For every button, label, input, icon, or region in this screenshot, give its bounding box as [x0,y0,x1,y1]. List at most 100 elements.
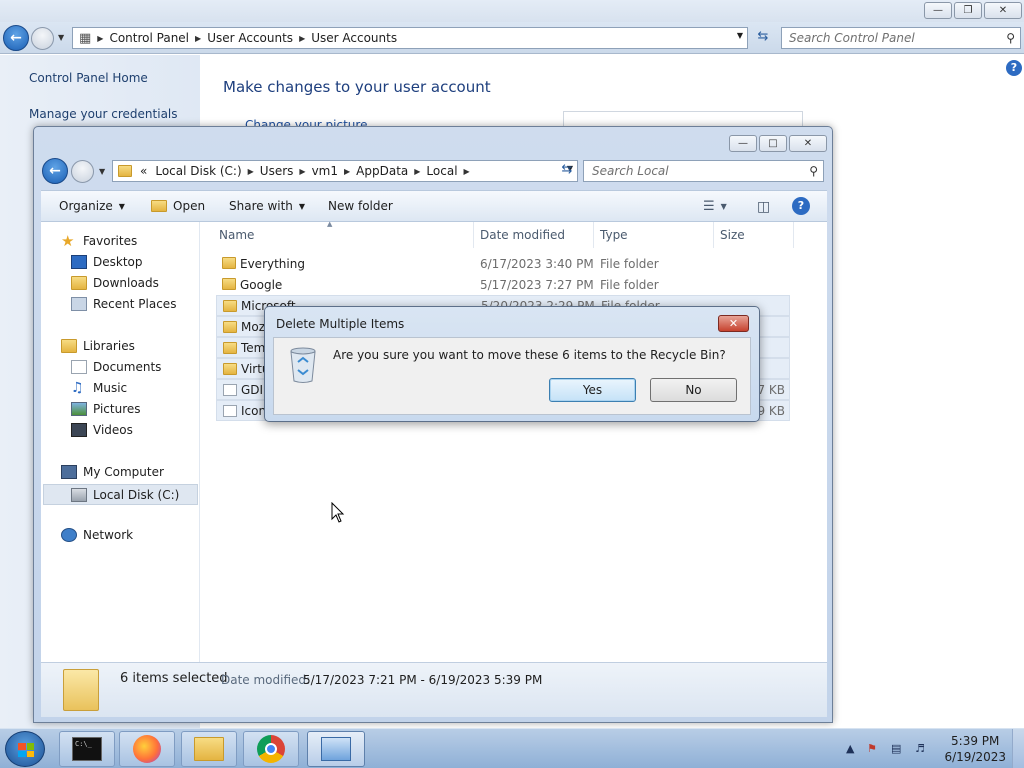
tree-pictures[interactable]: Pictures [71,402,141,416]
column-header-type[interactable]: Type [600,228,628,242]
column-divider[interactable] [793,222,794,248]
column-header-date[interactable]: Date modified [480,228,565,242]
downloads-icon [71,276,87,290]
share-with-button[interactable]: Share with ▼ [229,199,305,213]
no-button[interactable]: No [650,378,737,402]
taskbar-control-panel[interactable] [307,731,365,767]
star-icon: ★ [61,232,75,250]
explorer-window-controls: — □ ✕ [727,135,827,152]
tree-libraries[interactable]: Libraries [61,339,135,353]
show-hidden-icons-icon[interactable]: ▲ [846,742,854,755]
breadcrumb-vm1[interactable]: vm1 [312,164,338,178]
breadcrumb-local-disk[interactable]: Local Disk (C:) [155,164,241,178]
date-modified-label: Date modified: [221,673,311,687]
forward-button[interactable] [71,160,94,183]
search-icon: ⚲ [809,164,818,178]
tree-label: Pictures [93,402,141,416]
show-desktop-button[interactable] [1012,729,1024,768]
maximize-button[interactable]: □ [759,135,787,152]
new-folder-button[interactable]: New folder [328,199,393,213]
tree-recent-places[interactable]: Recent Places [71,297,176,311]
refresh-button[interactable]: ⇆ [556,162,578,182]
table-row[interactable]: Google 5/17/2023 7:27 PM File folder [216,274,790,295]
tree-label: Music [93,381,128,395]
tree-label: Downloads [93,276,159,290]
change-view-button[interactable]: ☰ ▼ [703,199,727,214]
tree-label: My Computer [83,465,164,479]
tree-local-disk[interactable]: Local Disk (C:) [43,484,198,505]
open-button[interactable]: Open [151,199,205,213]
taskbar-firefox[interactable] [119,731,175,767]
libraries-icon [61,339,77,353]
organize-button[interactable]: Organize ▼ [59,199,125,213]
yes-button[interactable]: Yes [549,378,636,402]
documents-icon [71,360,87,374]
tree-favorites[interactable]: ★ Favorites [61,232,137,250]
breadcrumb-control-panel[interactable]: Control Panel [109,31,189,45]
tree-documents[interactable]: Documents [71,360,161,374]
taskbar-cmd[interactable]: C:\_ [59,731,115,767]
folder-icon [222,257,236,269]
minimize-button[interactable]: — [924,2,952,19]
cp-search-input[interactable]: Search Control Panel ⚲ [781,27,1021,49]
column-divider[interactable] [473,222,474,248]
breadcrumb-local[interactable]: Local [426,164,457,178]
tree-label: Local Disk (C:) [93,487,180,502]
close-button[interactable]: ✕ [789,135,827,152]
selected-files-icon [63,669,99,711]
table-row[interactable]: Everything 6/17/2023 3:40 PM File folder [216,253,790,274]
column-divider[interactable] [713,222,714,248]
chevron-right-icon: ▶ [299,166,306,176]
page-title: Make changes to your user account [223,78,491,96]
recent-pages-dropdown[interactable]: ▼ [58,33,64,42]
breadcrumb-user-accounts-2[interactable]: User Accounts [311,31,397,45]
breadcrumb-users[interactable]: Users [260,164,294,178]
minimize-button[interactable]: — [729,135,757,152]
folder-icon [223,342,237,354]
back-button[interactable]: ← [3,25,29,51]
tree-label: Recent Places [93,297,177,311]
refresh-button[interactable]: ⇆ [752,29,774,49]
network-tray-icon[interactable]: ▤ [891,742,901,755]
preview-pane-button[interactable]: ◫ [757,199,770,215]
tree-downloads[interactable]: Downloads [71,276,159,290]
dialog-body: Are you sure you want to move these 6 it… [273,337,751,415]
help-button[interactable]: ? [792,197,810,215]
volume-muted-icon[interactable]: ♬ [915,742,925,755]
breadcrumb-user-accounts[interactable]: User Accounts [207,31,293,45]
control-panel-home-link[interactable]: Control Panel Home [29,71,148,85]
taskbar-file-explorer[interactable] [181,731,237,767]
action-center-flag-icon[interactable]: ⚑ [867,742,877,755]
date-modified-value: 5/17/2023 7:21 PM - 6/19/2023 5:39 PM [303,673,543,687]
column-divider[interactable] [593,222,594,248]
close-button[interactable]: ✕ [984,2,1022,19]
row-name: Google [240,277,283,292]
start-button[interactable] [5,731,45,767]
help-icon[interactable]: ? [1006,60,1022,76]
tree-network[interactable]: Network [61,528,133,542]
breadcrumb-appdata[interactable]: AppData [356,164,408,178]
tree-music[interactable]: ♫ Music [71,381,127,395]
back-button[interactable]: ← [42,158,68,184]
control-panel-icon: ▦ [79,30,92,46]
forward-button[interactable] [31,27,54,50]
tree-videos[interactable]: Videos [71,423,133,437]
dialog-close-button[interactable]: ✕ [718,315,749,332]
explorer-search-input[interactable]: Search Local ⚲ [583,160,824,182]
recent-pages-dropdown[interactable]: ▼ [99,167,105,176]
command-bar: Organize ▼ Open Share with ▼ New folder … [41,190,827,222]
column-header-name[interactable]: Name [219,228,254,242]
tree-label: Videos [93,423,133,437]
folder-icon [222,278,236,290]
manage-credentials-link[interactable]: Manage your credentials [29,107,178,121]
tree-my-computer[interactable]: My Computer [61,465,164,479]
breadcrumb-overflow[interactable]: « [140,164,147,178]
explorer-address-bar[interactable]: « Local Disk (C:) ▶ Users ▶ vm1 ▶ AppDat… [112,160,578,182]
taskbar-chrome[interactable] [243,731,299,767]
clock[interactable]: 5:39 PM 6/19/2023 [944,733,1006,765]
tree-desktop[interactable]: Desktop [71,255,143,269]
restore-button[interactable]: ❐ [954,2,982,19]
address-dropdown-icon[interactable]: ▼ [737,31,743,40]
column-header-size[interactable]: Size [720,228,745,242]
cp-address-bar[interactable]: ▦ ▶ Control Panel ▶ User Accounts ▶ User… [72,27,748,49]
